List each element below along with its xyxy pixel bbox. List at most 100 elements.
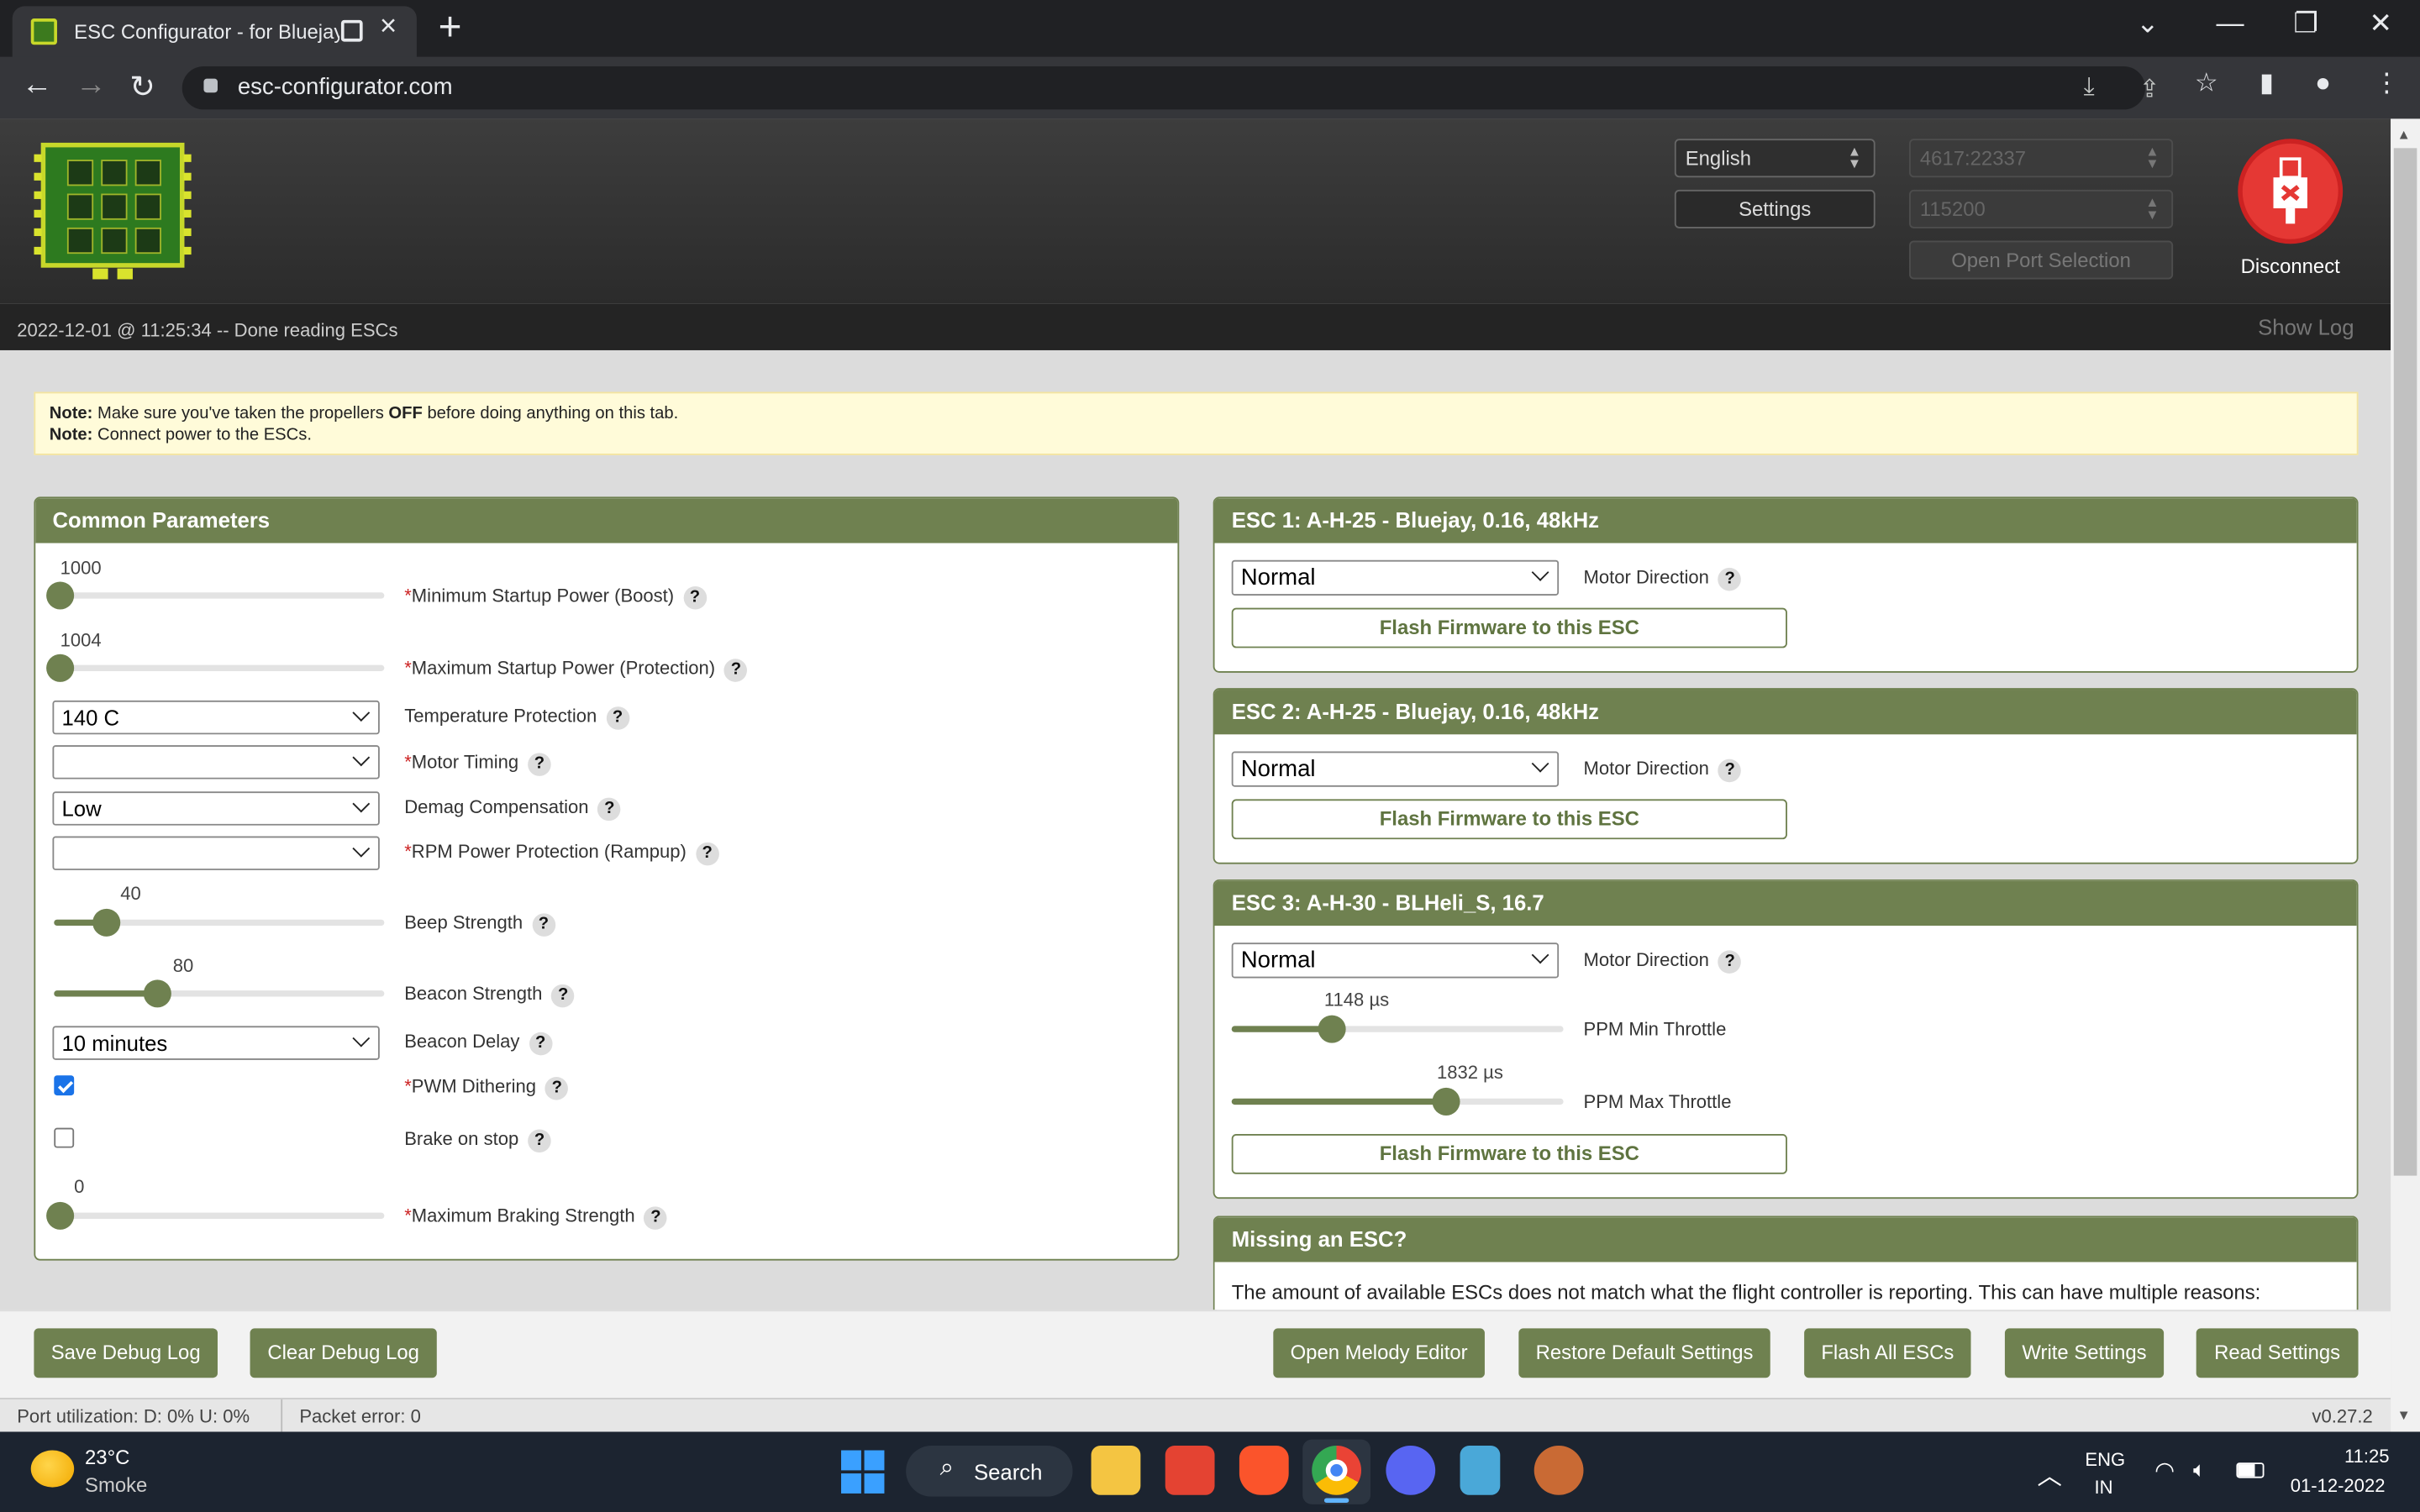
flash-all-escs-button[interactable]: Flash All ESCs xyxy=(1804,1328,1971,1378)
esc-2-flash-button[interactable]: Flash Firmware to this ESC xyxy=(1231,799,1787,840)
battery-icon[interactable] xyxy=(2236,1462,2265,1478)
profile-icon[interactable]: ● xyxy=(2315,68,2331,99)
minimize-icon[interactable]: — xyxy=(2217,8,2244,40)
language-select[interactable]: English ▲ ▼ xyxy=(1674,139,1876,178)
chevron-down-icon xyxy=(352,704,371,722)
slider-thumb[interactable] xyxy=(46,654,75,682)
help-icon[interactable]: ? xyxy=(528,753,551,776)
write-settings-button[interactable]: Write Settings xyxy=(2004,1328,2165,1378)
slider-thumb[interactable] xyxy=(46,581,75,610)
esc-1-direction-select[interactable]: Normal xyxy=(1231,559,1560,596)
new-tab-icon[interactable]: + xyxy=(439,3,462,51)
file-explorer-icon[interactable] xyxy=(1091,1446,1141,1495)
temperature-protection-select[interactable]: 140 C xyxy=(52,700,380,735)
help-icon[interactable]: ? xyxy=(695,842,719,866)
help-icon[interactable]: ? xyxy=(1718,759,1742,783)
todoist-icon[interactable] xyxy=(1165,1446,1215,1495)
help-icon[interactable]: ? xyxy=(532,913,555,937)
app-icon[interactable] xyxy=(1534,1446,1584,1495)
browser-tab[interactable]: ESC Configurator - for Bluejay × xyxy=(12,6,417,57)
help-icon[interactable]: ? xyxy=(606,706,629,730)
close-tab-icon[interactable]: × xyxy=(380,11,397,45)
active-indicator xyxy=(1323,1498,1349,1503)
slider-thumb[interactable] xyxy=(1318,1015,1346,1043)
esc-3-direction-select[interactable]: Normal xyxy=(1231,942,1560,979)
beacon-strength-slider[interactable] xyxy=(54,979,385,1008)
rpm-protection-select[interactable] xyxy=(52,836,380,870)
max-startup-slider[interactable] xyxy=(46,654,385,682)
ppm-min-label: PPM Min Throttle xyxy=(1583,1018,1727,1040)
reload-icon[interactable]: ↻ xyxy=(129,68,155,107)
language-in[interactable]: IN xyxy=(2094,1477,2112,1499)
wifi-icon[interactable]: ◠ xyxy=(2154,1457,2175,1484)
save-debug-log-button[interactable]: Save Debug Log xyxy=(34,1328,218,1378)
help-icon[interactable]: ? xyxy=(529,1032,553,1056)
help-icon[interactable]: ? xyxy=(1718,950,1742,974)
menu-kebab-icon[interactable]: ⋮ xyxy=(2374,68,2400,99)
address-bar[interactable]: esc-configurator.com ⤓ ⇪ xyxy=(182,66,2160,110)
discord-icon[interactable] xyxy=(1386,1446,1436,1495)
esc-3-flash-button[interactable]: Flash Firmware to this ESC xyxy=(1231,1134,1787,1174)
esc-1-flash-button[interactable]: Flash Firmware to this ESC xyxy=(1231,607,1787,648)
slider-thumb[interactable] xyxy=(143,979,171,1008)
help-icon[interactable]: ? xyxy=(545,1077,569,1100)
help-icon[interactable]: ? xyxy=(1718,567,1742,591)
slider-thumb[interactable] xyxy=(92,908,121,937)
install-app-icon[interactable]: ⤓ xyxy=(2084,74,2095,102)
taskbar-search[interactable]: ⌕ Search xyxy=(906,1446,1073,1497)
clock-date[interactable]: 01-12-2022 xyxy=(2291,1475,2386,1497)
beep-strength-slider[interactable] xyxy=(54,908,385,937)
scrollbar-thumb[interactable] xyxy=(2393,148,2417,1176)
motor-timing-label: *Motor Timing? xyxy=(404,751,551,776)
min-startup-slider[interactable] xyxy=(46,581,385,610)
side-panel-icon[interactable]: ▮ xyxy=(2260,68,2274,99)
slider-thumb[interactable] xyxy=(1432,1087,1460,1116)
tab-search-chevron-icon[interactable]: ⌄ xyxy=(2136,8,2160,40)
restore-default-settings-button[interactable]: Restore Default Settings xyxy=(1518,1328,1770,1378)
scroll-up-icon[interactable]: ▲ xyxy=(2396,127,2410,142)
bookmark-star-icon[interactable]: ☆ xyxy=(2195,68,2218,99)
language-eng[interactable]: ENG xyxy=(2085,1449,2125,1471)
help-icon[interactable]: ? xyxy=(644,1206,668,1230)
notepad-icon[interactable] xyxy=(1460,1446,1501,1495)
motor-timing-select[interactable] xyxy=(52,745,380,780)
help-icon[interactable]: ? xyxy=(724,659,748,682)
volume-icon[interactable]: 🔈︎ xyxy=(2193,1457,2206,1483)
port-select[interactable]: 4617:22337 ▲ ▼ xyxy=(1909,139,2174,178)
esc-2-direction-select[interactable]: Normal xyxy=(1231,751,1560,787)
weather-sun-icon[interactable] xyxy=(30,1450,75,1488)
open-melody-editor-button[interactable]: Open Melody Editor xyxy=(1273,1328,1485,1378)
restore-icon[interactable]: ❐ xyxy=(2293,8,2318,40)
min-startup-value: 1000 xyxy=(60,557,102,579)
help-icon[interactable]: ? xyxy=(551,984,576,1008)
max-braking-slider[interactable] xyxy=(46,1201,385,1230)
baud-select[interactable]: 115200 ▲ ▼ xyxy=(1909,189,2174,228)
brave-icon[interactable] xyxy=(1239,1446,1289,1495)
back-icon[interactable]: ← xyxy=(22,68,53,103)
slider-thumb[interactable] xyxy=(46,1201,75,1230)
clock-time[interactable]: 11:25 xyxy=(2344,1446,2390,1467)
help-icon[interactable]: ? xyxy=(528,1129,551,1153)
scroll-down-icon[interactable]: ▼ xyxy=(2396,1407,2410,1422)
share-icon[interactable]: ⇪ xyxy=(2139,74,2160,105)
help-icon[interactable]: ? xyxy=(683,585,707,610)
windows-start-icon[interactable] xyxy=(841,1450,885,1494)
disconnect-button[interactable] xyxy=(2238,139,2344,244)
pwm-dithering-checkbox[interactable] xyxy=(54,1075,75,1096)
system-tray-chevron-icon[interactable]: ︿ xyxy=(2037,1455,2061,1492)
demag-compensation-select[interactable]: Low xyxy=(52,791,380,826)
ppm-min-slider[interactable] xyxy=(1231,1015,1564,1043)
close-window-icon[interactable]: ✕ xyxy=(2369,8,2392,40)
ppm-max-slider[interactable] xyxy=(1231,1087,1564,1116)
brake-on-stop-checkbox[interactable] xyxy=(54,1127,75,1148)
help-icon[interactable]: ? xyxy=(597,797,622,822)
show-log-link[interactable]: Show Log xyxy=(2258,315,2354,339)
open-port-selection-button[interactable]: Open Port Selection xyxy=(1909,240,2174,280)
settings-button[interactable]: Settings xyxy=(1674,189,1876,228)
beacon-delay-select[interactable]: 10 minutes xyxy=(52,1026,380,1060)
forward-icon[interactable]: → xyxy=(76,68,107,103)
read-settings-button[interactable]: Read Settings xyxy=(2196,1328,2359,1378)
missing-esc-title: Missing an ESC? xyxy=(1214,1217,2357,1263)
weather-desc: Smoke xyxy=(85,1473,148,1497)
clear-debug-log-button[interactable]: Clear Debug Log xyxy=(250,1328,437,1378)
